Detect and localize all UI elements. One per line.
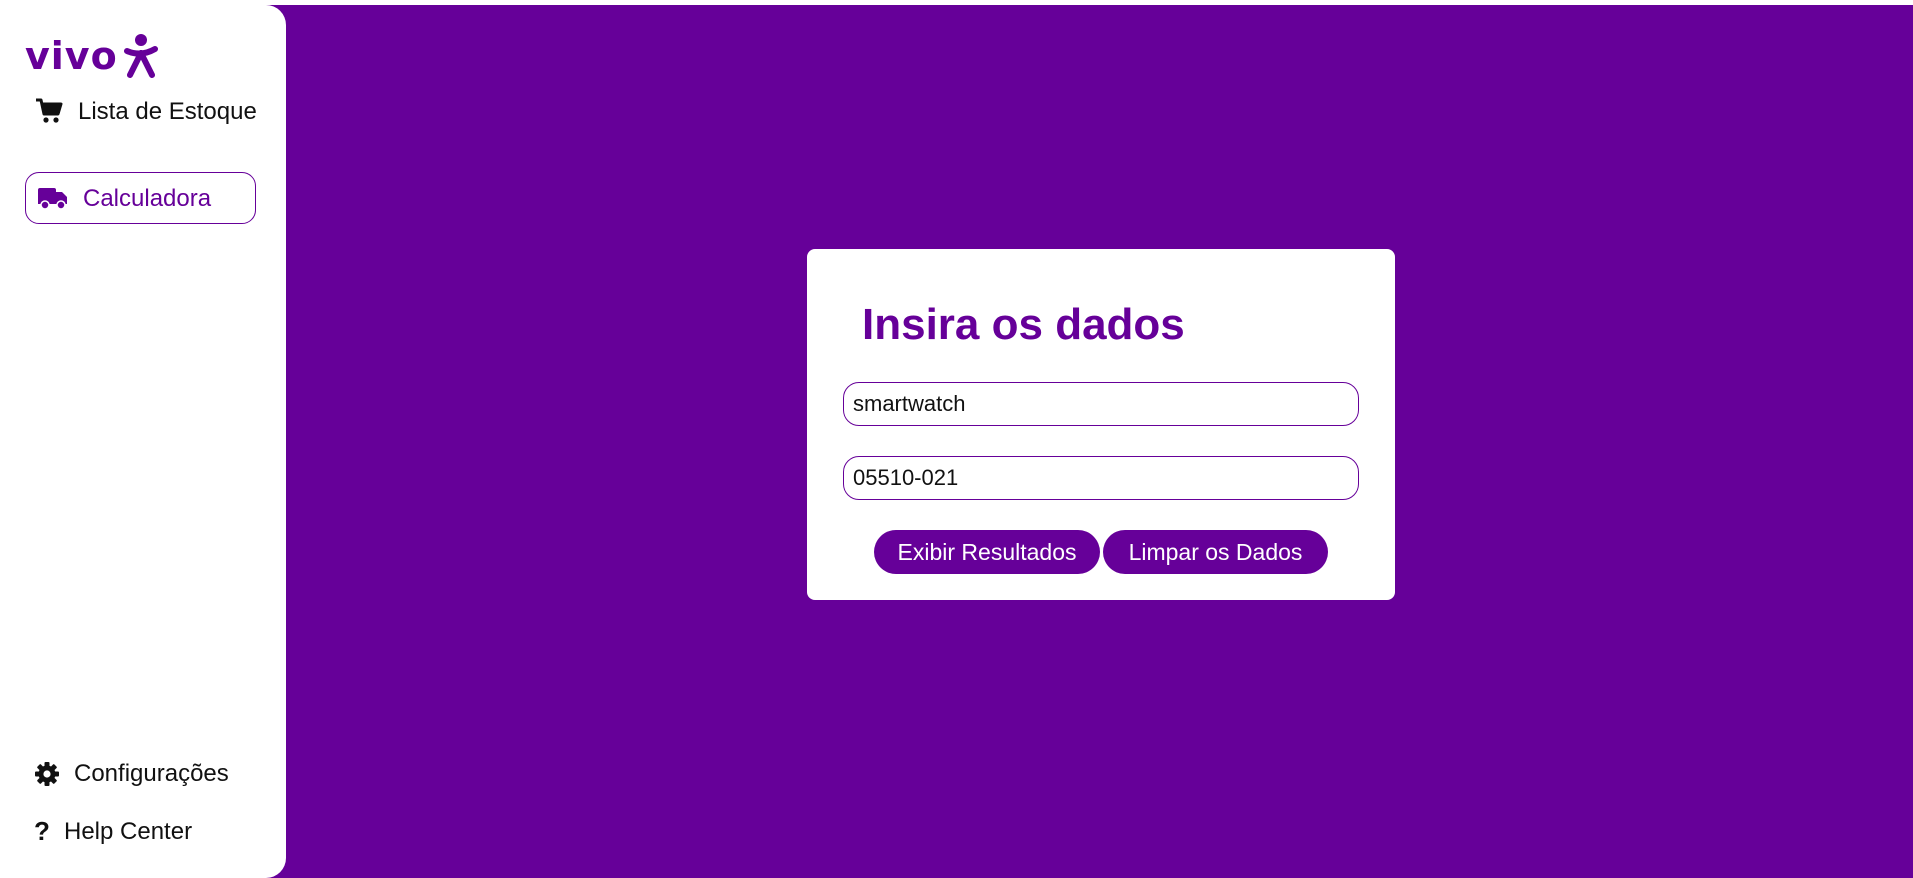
- truck-icon: [37, 185, 69, 211]
- sidebar-item-settings[interactable]: Configurações: [34, 759, 229, 788]
- app-background: vivo Lista de Estoque Calculadora Config…: [0, 5, 1913, 878]
- product-input[interactable]: [843, 382, 1359, 426]
- card-title: Insira os dados: [862, 300, 1185, 349]
- sidebar-item-label: Help Center: [64, 818, 193, 845]
- question-icon: ?: [34, 816, 50, 846]
- clear-data-button[interactable]: Limpar os Dados: [1103, 530, 1328, 574]
- sidebar-item-calculator[interactable]: Calculadora: [25, 172, 256, 224]
- vivo-figure-icon: [123, 34, 158, 78]
- show-results-button[interactable]: Exibir Resultados: [874, 530, 1100, 574]
- cart-icon: [34, 96, 64, 126]
- sidebar-item-label: Lista de Estoque: [78, 97, 257, 125]
- sidebar-item-stock-list[interactable]: Lista de Estoque: [34, 96, 264, 126]
- sidebar-item-label: Configurações: [74, 760, 229, 787]
- sidebar-item-help-center[interactable]: ? Help Center: [34, 817, 192, 846]
- input-card: Insira os dados Exibir Resultados Limpar…: [807, 249, 1395, 600]
- sidebar: vivo Lista de Estoque Calculadora Config…: [0, 5, 286, 878]
- cep-input[interactable]: [843, 456, 1359, 500]
- vivo-logo[interactable]: vivo: [25, 33, 158, 79]
- sidebar-item-label: Calculadora: [83, 184, 212, 212]
- logo-text: vivo: [25, 34, 118, 78]
- gear-icon: [34, 761, 60, 787]
